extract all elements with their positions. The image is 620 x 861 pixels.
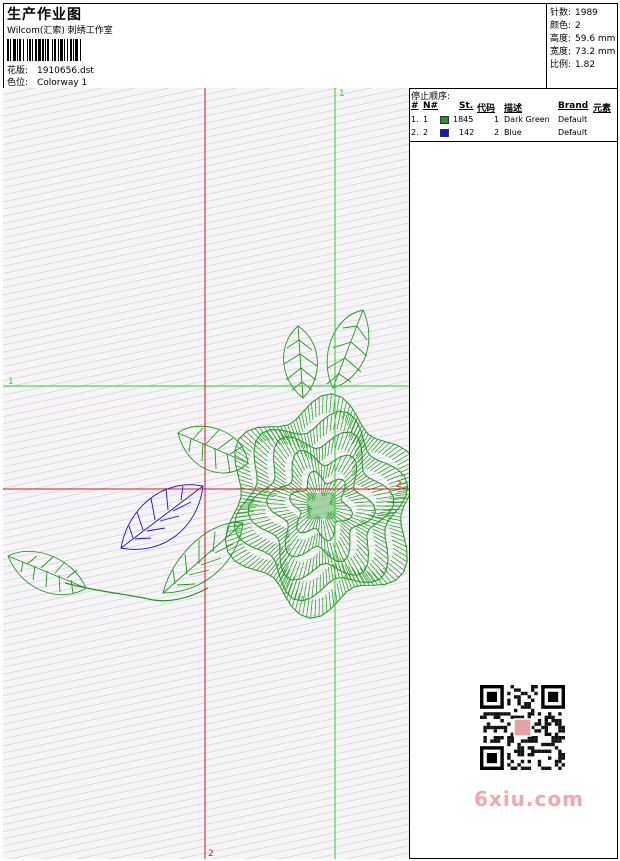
col-header-num: # xyxy=(411,101,419,111)
barcode-icon xyxy=(7,39,81,61)
col-header-stitches: St. xyxy=(459,101,474,111)
guide-label-v-red: 2 xyxy=(208,849,214,859)
left-leaf xyxy=(7,550,87,596)
guide-label-h-green: 1 xyxy=(8,377,14,387)
top-leaf-left xyxy=(283,325,318,399)
colorway-value: Colorway 1 xyxy=(37,78,88,88)
stat-height: 高度: 59.6 mm xyxy=(550,34,616,44)
table-row[interactable]: 1. 1 1845 1 Dark Green Default xyxy=(409,115,618,127)
colorway-label: 色位: xyxy=(7,78,29,88)
qr-code-icon xyxy=(470,679,586,783)
color-swatch-1 xyxy=(440,116,449,124)
watermark-logo: 6xiu.com xyxy=(474,787,584,811)
guide-label-h-red: 2 xyxy=(396,480,402,490)
col-header-code: 代码 xyxy=(477,104,496,114)
embroidery-preview: 1 2 1 2 xyxy=(3,88,409,859)
embroidery-design xyxy=(7,309,409,619)
design-stats: 针数: 1989 颜色: 2 高度: 59.6 mm 宽度: 73.2 mm 比例: 1.… xyxy=(547,3,618,88)
page-title: 生产作业图 xyxy=(7,7,82,23)
color-swatch-2 xyxy=(440,129,449,137)
header-info: 生产作业图 Wilcom(汇索) 刺绣工作室 花版: 1910656.dst 色位… xyxy=(3,3,547,88)
header: 生产作业图 Wilcom(汇索) 刺绣工作室 花版: 1910656.dst 色位… xyxy=(3,3,618,89)
studio-name: Wilcom(汇索) 刺绣工作室 xyxy=(7,26,113,36)
top-leaf-right xyxy=(326,309,370,389)
col-header-brand: Brand xyxy=(558,101,589,111)
design-canvas[interactable]: 1 2 1 2 xyxy=(3,88,410,859)
stem xyxy=(64,582,209,602)
stat-width: 宽度: 73.2 mm xyxy=(550,47,616,57)
col-header-element: 元素 xyxy=(593,104,612,114)
guide-label-v-green: 1 xyxy=(339,89,345,99)
stat-scale: 比例: 1.82 xyxy=(550,60,596,70)
col-header-desc: 描述 xyxy=(504,104,523,114)
col-header-needle: N# xyxy=(423,101,439,111)
lower-leaf xyxy=(162,522,244,594)
blue-leaf[interactable] xyxy=(120,484,204,550)
rose-flower xyxy=(224,393,409,619)
table-row[interactable]: 2. 2 142 2 Blue Default xyxy=(409,128,618,140)
stop-sequence-table: 停止顺序: # N# St. 代码 描述 Brand 元素 1. 1 1845 … xyxy=(409,88,618,142)
stat-colors: 颜色: 2 xyxy=(550,21,581,31)
stat-stitches: 针数: 1989 xyxy=(550,8,598,18)
colorway-line: 色位: Colorway 1 xyxy=(7,75,87,88)
